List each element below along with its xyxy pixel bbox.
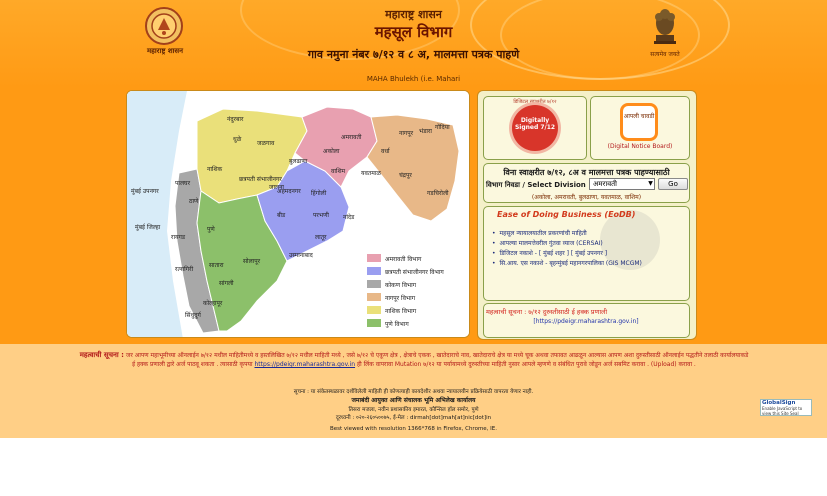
map-city-label: ठाणे	[189, 197, 199, 205]
footer-contact: दूरध्वनी : ०२०-२६०५००७५, ई-मेल : dirmah[…	[335, 415, 492, 421]
ease-link-item[interactable]: डिजिटल नकाशे - [ मुंबई शहर ] [ मुंबई उपन…	[492, 249, 686, 259]
map-city-label: सांगली	[219, 279, 234, 287]
map-city-label: अमरावती	[341, 133, 362, 141]
chevron-down-icon[interactable]: ▼	[646, 179, 655, 189]
map-city-label: गडचिरोली	[427, 189, 449, 197]
legend-label: नाशिक विभाग	[385, 307, 417, 315]
legend-label: छत्रपती संभाजीनगर विभाग	[385, 268, 444, 276]
legend-label: कोकण विभाग	[385, 281, 417, 289]
map-city-label: नांदेड	[343, 213, 355, 221]
notice-board-icon[interactable]	[620, 103, 658, 141]
map-city-label: नंदुरबार	[227, 116, 244, 123]
division-select-label: विभाग निवडा / Select Division	[486, 181, 586, 189]
map-city-label: परभणी	[313, 211, 329, 219]
notice-lead: महत्वाची सूचना :	[79, 351, 124, 359]
pdeigr-link[interactable]: [https://pdeigr.maharashtra.gov.in]	[486, 318, 686, 325]
map-city-label: पालघर	[175, 180, 191, 187]
map-city-label: जळगाव	[257, 140, 275, 147]
map-city-label: बीड	[277, 211, 286, 219]
select-card-title: विना स्वाक्षरीत ७/१२, ८अ व मालमत्ता पत्र…	[503, 168, 670, 177]
map-city-label: मुंबई उपनगर	[131, 187, 159, 195]
legend-label: अमरावती विभाग	[385, 255, 422, 263]
map-city-label: रायगड	[171, 234, 186, 241]
legend-swatch	[367, 254, 381, 262]
map-city-label: नाशिक	[207, 165, 223, 173]
map-city-label: उस्मानाबाद	[289, 252, 314, 259]
map-city-label: वर्धा	[381, 147, 391, 155]
go-button[interactable]: Go	[658, 178, 688, 190]
notice-link[interactable]: https://pdeigr.maharashtra.gov.in	[255, 361, 356, 368]
footer-disclaimer: सूचना : या संकेतस्थळावर दर्शविलेली माहित…	[293, 389, 534, 395]
map-city-label: सिंधुदुर्ग	[185, 311, 202, 319]
page: महाराष्ट्र शासन महाराष्ट्र शासन महसूल वि…	[0, 0, 827, 496]
header-state-title: महाराष्ट्र शासन	[385, 8, 442, 21]
maharashtra-map: अमरावती विभाग छत्रपती संभाजीनगर विभाग कोकण…	[127, 91, 469, 337]
map-city-label: सोलापूर	[243, 257, 261, 265]
legend-swatch	[367, 306, 381, 314]
legend-swatch	[367, 293, 381, 301]
notice-board-caption: (Digital Notice Board)	[607, 143, 673, 150]
ease-title: Ease of Doing Business (EoDB)	[497, 210, 636, 219]
map-city-label: जालना	[269, 184, 284, 191]
legend-swatch	[367, 280, 381, 288]
ease-link-item[interactable]: आपल्या मालमत्तेवरील गुंतवा व्याज (CERSAI…	[492, 239, 686, 249]
notice-tail: ही लिंक वापरावा Mutation ७/१२ या पर्याया…	[356, 361, 696, 368]
map-city-label: पुणे	[207, 225, 215, 233]
maharashtra-map-panel: अमरावती विभाग छत्रपती संभाजीनगर विभाग कोकण…	[126, 90, 470, 338]
signed-badge-label: Digitally Signed 7/12	[514, 117, 556, 131]
map-city-label: चंद्रपूर	[399, 172, 412, 179]
legend-label: नागपूर विभाग	[385, 294, 416, 302]
emblem-caption: सत्यमेव जयते	[650, 51, 680, 58]
map-city-label: मुंबई जिल्हा	[135, 223, 161, 231]
map-city-label: नागपूर	[399, 130, 414, 137]
map-city-label: धुळे	[233, 135, 242, 143]
important-note-title: महत्वाची सूचना : ७/१२ दुरुस्तीसाठी ई हक्…	[486, 308, 608, 316]
map-city-label: बुलढाणा	[289, 158, 308, 165]
ease-links-list: महसूल न्यायालयातील प्रकरणांची माहिती आपल…	[492, 229, 686, 269]
map-city-label: सातारा	[209, 262, 224, 269]
notice-board-icon-label: आपली चावडी	[623, 113, 655, 120]
map-city-label: वाशिम	[331, 167, 346, 175]
legend-label: पुणे विभाग	[385, 320, 409, 328]
footer-important-notice: महत्वाची सूचना : जर आपण महाभूमीच्या ऑनला…	[78, 351, 750, 369]
header-site-name: MAHA Bhulekh (i.e. Mahari	[366, 75, 461, 83]
map-city-label: हिंगोली	[311, 189, 327, 197]
legend-swatch	[367, 267, 381, 275]
header-page-title: गाव नमुना नंबर ७/१२ व ८ अ, मालमत्ता पत्र…	[307, 48, 520, 61]
footer-best-viewed: Best viewed with resolution 1366*768 in …	[329, 426, 498, 432]
ease-link-item[interactable]: सि.आय. एस नकाशे - बृहन्मुंबई महानगरपालिक…	[492, 259, 686, 269]
map-city-label: भंडारा	[419, 128, 432, 135]
ease-link-item[interactable]: महसूल न्यायालयातील प्रकरणांची माहिती	[492, 229, 686, 239]
legend-swatch	[367, 319, 381, 327]
footer-department: जमाबंदी आयुक्त आणि संचालक भूमि अभिलेख का…	[351, 397, 476, 404]
map-city-label: कोल्हापूर	[203, 299, 223, 307]
map-city-label: यवतमाळ	[361, 170, 381, 177]
national-emblem-icon	[654, 9, 676, 44]
map-city-label: गोंदिया	[435, 123, 450, 131]
map-city-label: छत्रपती संभाजीनगर	[239, 175, 282, 183]
map-city-label: रत्नागिरी	[175, 265, 194, 273]
division-districts: (अकोला, अमरावती, बुलढाणा, यवतमाळ, वाशिम)	[531, 194, 642, 201]
header-department-title: महसूल विभाग	[374, 23, 453, 41]
map-city-label: अकोला	[323, 147, 340, 155]
footer-address: तिसरा मजला, नवीन प्रशासकीय इमारत, कौन्सि…	[348, 407, 479, 413]
globalsign-subtitle: Enable JavaScript to view this Site Seal	[762, 406, 803, 416]
map-city-label: लातूर	[315, 234, 327, 241]
